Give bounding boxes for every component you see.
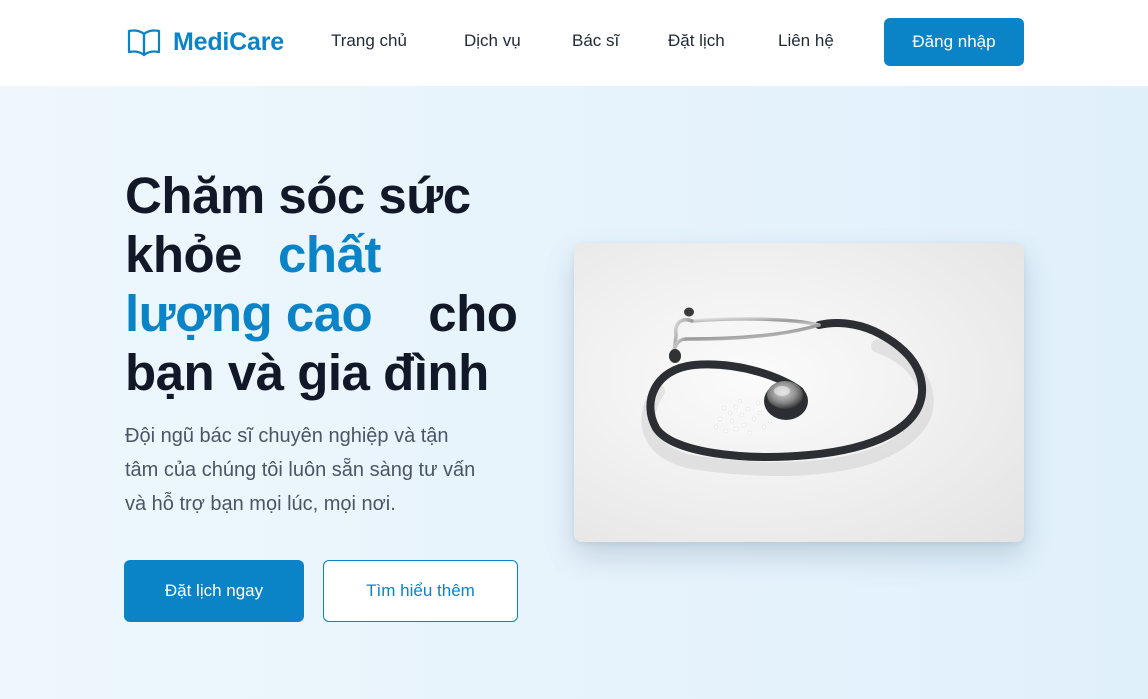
nav-dat-lich[interactable]: Đặt lịch	[668, 31, 725, 51]
stethoscope-illustration	[641, 307, 934, 476]
headline-accent-2: chất	[278, 226, 381, 283]
nav-dich-vu[interactable]: Dịch vụ	[464, 31, 521, 51]
logo[interactable]: MediCare	[127, 25, 284, 59]
site-header: MediCare Trang chủ Dịch vụ Bác sĩ Đặt lị…	[0, 0, 1148, 86]
login-button[interactable]: Đăng nhập	[884, 18, 1024, 66]
book-now-button[interactable]: Đặt lịch ngay	[124, 560, 304, 622]
hero-section: Chăm sóc sức khỏe chất lượng cao cho bạn v…	[0, 86, 1148, 699]
headline-line-2: khỏe chất	[125, 225, 545, 284]
stethoscope-image	[574, 243, 1024, 542]
nav-lien-he[interactable]: Liên hệ	[778, 31, 834, 51]
logo-text: MediCare	[173, 27, 284, 56]
headline-plain-3: cho	[428, 285, 518, 342]
subtext-line-2: tâm của chúng tôi luôn sẵn sàng tư vấn	[125, 459, 476, 481]
subtext-line-3: và hỗ trợ bạn mọi lúc, mọi nơi.	[125, 493, 396, 515]
headline-accent-3: lượng cao	[125, 285, 373, 342]
nav-trang-chu[interactable]: Trang chủ	[331, 31, 407, 51]
headline-line-4: bạn và gia đình	[125, 344, 489, 401]
nav-bac-si[interactable]: Bác sĩ	[572, 31, 619, 51]
headline-plain-2: khỏe	[125, 226, 243, 283]
subtext-line-1: Đội ngũ bác sĩ chuyên nghiệp và tận	[125, 425, 449, 447]
open-book-icon	[127, 29, 161, 57]
hero-subtext: Đội ngũ bác sĩ chuyên nghiệp và tận tâm …	[125, 419, 525, 521]
learn-more-button[interactable]: Tìm hiểu thêm	[323, 560, 518, 622]
headline-line-3: lượng cao cho	[125, 284, 545, 343]
hero-headline: Chăm sóc sức khỏe chất lượng cao cho bạn v…	[125, 166, 545, 402]
headline-line-1: Chăm sóc sức	[125, 167, 471, 224]
